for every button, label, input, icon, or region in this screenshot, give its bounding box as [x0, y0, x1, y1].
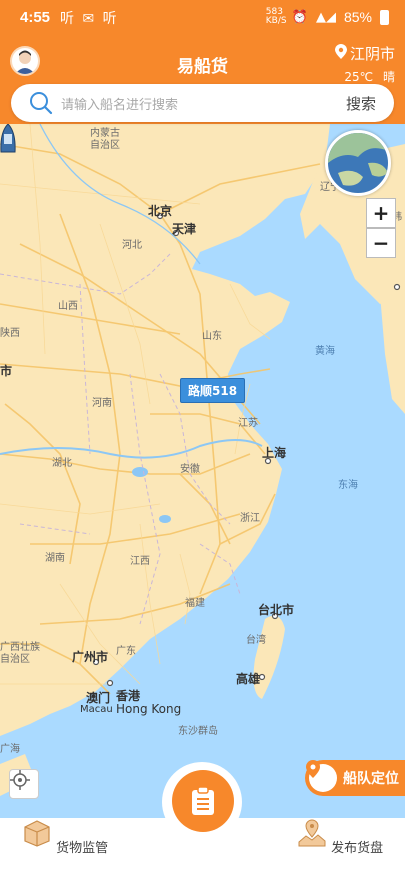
- nav-publish-cargo[interactable]: 发布货盘: [280, 818, 400, 856]
- map-label: 东沙群岛: [178, 726, 218, 737]
- map-label: 北京: [148, 204, 173, 218]
- map-label: 浙江: [240, 513, 260, 524]
- map-label: 上海: [262, 446, 287, 460]
- map-label: 市: [0, 364, 13, 378]
- map-label: 广海: [0, 744, 20, 755]
- search-button[interactable]: 搜索: [346, 93, 376, 114]
- map-label: 安徽: [180, 464, 200, 475]
- city-name: 江阴市: [349, 45, 395, 63]
- search-bar[interactable]: 请输入船名进行搜索 搜索: [11, 84, 394, 122]
- weather-text: 晴: [382, 70, 395, 84]
- box-icon: [24, 820, 50, 847]
- map-label: 台北市: [258, 603, 295, 617]
- map-label: Macau: [80, 704, 113, 715]
- location-weather[interactable]: 江阴市 25℃ 晴: [334, 43, 395, 85]
- status-time: 4:55: [20, 9, 51, 26]
- fleet-locate-button[interactable]: 船队定位: [305, 760, 405, 796]
- map-label: 福建: [185, 598, 205, 609]
- map-label: 山东: [202, 331, 222, 342]
- map-view[interactable]: 内蒙古 自治区 辽宁 北京 天津 河北 山西 山东 陕西 市 河南 江苏 安徽 …: [0, 124, 405, 818]
- search-icon: [30, 92, 53, 115]
- notification-icons: 听 ✉ 听: [60, 11, 119, 27]
- globe-icon[interactable]: [325, 130, 391, 196]
- battery-percent: 85%: [343, 9, 372, 25]
- ship-label[interactable]: 路顺518: [180, 378, 246, 403]
- clipboard-icon: [192, 786, 214, 815]
- map-label: 高雄: [236, 672, 261, 686]
- nav-publish-cargo-label: 发布货盘: [331, 841, 384, 856]
- map-canvas: [0, 124, 405, 796]
- temperature: 25℃: [344, 70, 374, 84]
- crosshair-icon: [10, 770, 30, 790]
- map-label: 天津: [172, 222, 197, 236]
- map-label: 山西: [58, 301, 78, 312]
- signal-icon: ▲◢: [315, 9, 336, 25]
- map-label: 台湾: [246, 635, 266, 646]
- map-label: 自治区: [0, 654, 30, 665]
- zoom-out-button[interactable]: −: [366, 228, 396, 258]
- map-label: 东海: [338, 480, 358, 491]
- net-speed: 583 KB/S: [265, 7, 287, 26]
- my-location-button[interactable]: [9, 769, 39, 799]
- nav-cargo-monitor-label: 货物监管: [56, 841, 109, 856]
- map-label: 湖北: [52, 458, 72, 469]
- map-label: 广东: [116, 646, 136, 657]
- map-label: 江西: [130, 556, 150, 567]
- map-pin-icon: [298, 819, 326, 847]
- clipboard-fab-button[interactable]: [172, 770, 234, 832]
- zoom-in-button[interactable]: +: [366, 198, 396, 228]
- fleet-locate-label: 船队定位: [343, 771, 399, 787]
- map-label: 江苏: [238, 418, 258, 429]
- status-bar: 4:55 听 ✉ 听 583 KB/S ⏰ ▲◢ 85%: [0, 0, 405, 36]
- map-label: 自治区: [90, 140, 120, 151]
- location-pin-icon: [334, 44, 347, 63]
- map-label: 河南: [92, 398, 112, 409]
- nav-cargo-monitor[interactable]: 货物监管: [5, 818, 125, 856]
- map-label: Hong Kong: [116, 702, 182, 716]
- map-label: 陕西: [0, 328, 20, 339]
- fleet-pin-icon: [306, 760, 337, 792]
- map-label: 湖南: [45, 553, 65, 564]
- search-input[interactable]: 请输入船名进行搜索: [61, 94, 346, 113]
- alarm-icon: ⏰: [291, 9, 308, 25]
- map-label: 河北: [122, 240, 142, 251]
- map-label: 黄海: [315, 346, 335, 357]
- battery-icon: [380, 9, 389, 25]
- map-label: 广州市: [72, 650, 109, 664]
- ship-icon[interactable]: [0, 124, 16, 154]
